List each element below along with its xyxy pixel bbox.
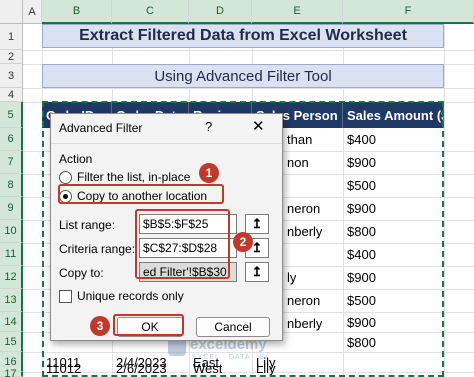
sales-amount-cell[interactable]: $900 bbox=[343, 197, 376, 220]
collapse-dialog-icon: ↥ bbox=[251, 216, 263, 231]
ok-button[interactable]: OK bbox=[117, 317, 183, 337]
order-id-cell[interactable]: 11012 bbox=[42, 358, 81, 377]
step-badge-3: 3 bbox=[90, 316, 110, 336]
row-header-12[interactable]: 12 bbox=[0, 266, 23, 289]
column-header-d[interactable]: D bbox=[189, 0, 252, 24]
copy-to-label: Copy to: bbox=[59, 266, 104, 280]
row-header-10[interactable]: 10 bbox=[0, 220, 23, 243]
sales-amount-cell[interactable]: $500 bbox=[343, 289, 376, 312]
row-header-13[interactable]: 13 bbox=[0, 289, 23, 312]
row-header-17[interactable]: 17 bbox=[0, 368, 23, 377]
list-range-collapse-button[interactable]: ↥ bbox=[245, 214, 269, 234]
row-header-6[interactable]: 6 bbox=[0, 128, 23, 151]
sales-person-cell[interactable]: nberly bbox=[283, 220, 322, 243]
action-group-label: Action bbox=[59, 152, 93, 166]
row-header-1[interactable]: 1 bbox=[0, 24, 23, 50]
sales-amount-cell[interactable]: $500 bbox=[343, 174, 376, 197]
list-range-input[interactable]: $B$5:$F$25 bbox=[139, 214, 237, 234]
row-header-14[interactable]: 14 bbox=[0, 312, 23, 332]
select-all-corner[interactable] bbox=[0, 0, 23, 24]
radio-filter-in-place[interactable]: Filter the list, in-place bbox=[59, 170, 190, 184]
row-header-3[interactable]: 3 bbox=[0, 64, 23, 88]
sheet-title[interactable]: Extract Filtered Data from Excel Workshe… bbox=[42, 24, 444, 48]
collapse-dialog-icon: ↥ bbox=[251, 264, 263, 279]
row-header-5[interactable]: 5 bbox=[0, 102, 23, 128]
unique-records-checkbox[interactable] bbox=[59, 289, 72, 303]
radio-unchecked-icon[interactable] bbox=[59, 170, 72, 184]
step-badge-2: 2 bbox=[233, 232, 253, 252]
sales-amount-cell[interactable]: $800 bbox=[343, 332, 376, 352]
sales-person-cell[interactable]: neron bbox=[283, 197, 320, 220]
column-header-e[interactable]: E bbox=[252, 0, 343, 24]
order-date-cell[interactable]: 2/6/2023 bbox=[112, 358, 167, 377]
copy-to-input[interactable]: ed Filter'!$B$30 bbox=[139, 262, 237, 282]
row-header-2[interactable]: 2 bbox=[0, 50, 23, 64]
row-header-8[interactable]: 8 bbox=[0, 174, 23, 197]
header-sales-amount[interactable]: Sales Amount ($) bbox=[343, 102, 444, 128]
radio-copy-to-location-label: Copy to another location bbox=[77, 189, 208, 203]
list-range-label: List range: bbox=[59, 218, 116, 232]
sales-person-cell[interactable]: than bbox=[283, 128, 312, 151]
sales-amount-cell[interactable]: $900 bbox=[343, 266, 376, 289]
unique-records-label: Unique records only bbox=[77, 289, 184, 303]
region-cell[interactable]: West bbox=[189, 358, 222, 377]
column-header-a[interactable]: A bbox=[23, 0, 42, 24]
sales-amount-cell[interactable]: $800 bbox=[343, 220, 376, 243]
sales-person-cell[interactable]: ly bbox=[283, 266, 296, 289]
exceldemy-watermark: exceldemy EXCEL · DATA · BI bbox=[164, 336, 304, 370]
row-header-11[interactable]: 11 bbox=[0, 243, 23, 266]
radio-filter-in-place-label: Filter the list, in-place bbox=[77, 170, 191, 184]
sales-amount-cell[interactable]: $900 bbox=[343, 312, 376, 332]
close-icon[interactable]: ✕ bbox=[252, 117, 265, 135]
collapse-dialog-icon: ↥ bbox=[251, 240, 263, 255]
column-header-c[interactable]: C bbox=[112, 0, 189, 24]
criteria-range-input[interactable]: $C$27:$D$28 bbox=[139, 238, 237, 258]
step-badge-1: 1 bbox=[199, 163, 219, 183]
dialog-title: Advanced Filter bbox=[59, 121, 143, 135]
column-header-f[interactable]: F bbox=[343, 0, 474, 24]
sales-person-cell[interactable]: nberly bbox=[283, 312, 322, 335]
cancel-button[interactable]: Cancel bbox=[196, 317, 270, 337]
sales-amount-cell[interactable]: $900 bbox=[343, 151, 376, 174]
radio-copy-to-location[interactable]: Copy to another location bbox=[59, 189, 207, 203]
row-header-4[interactable]: 4 bbox=[0, 88, 23, 102]
sales-person-cell[interactable]: Lily bbox=[252, 358, 276, 377]
row-header-15[interactable]: 15 bbox=[0, 332, 23, 352]
column-header-b[interactable]: B bbox=[42, 0, 112, 24]
criteria-range-label: Criteria range: bbox=[59, 242, 136, 256]
row-header-7[interactable]: 7 bbox=[0, 151, 23, 174]
sales-person-cell[interactable]: neron bbox=[283, 289, 320, 312]
help-icon[interactable]: ? bbox=[205, 119, 212, 134]
sheet-subtitle[interactable]: Using Advanced Filter Tool bbox=[42, 64, 444, 88]
dialog-title-divider bbox=[51, 143, 282, 144]
sales-amount-cell[interactable]: $400 bbox=[343, 243, 376, 266]
unique-records-checkbox-row[interactable]: Unique records only bbox=[59, 289, 184, 303]
sales-person-cell[interactable]: non bbox=[283, 151, 309, 174]
radio-checked-icon[interactable] bbox=[59, 189, 72, 203]
row-header-9[interactable]: 9 bbox=[0, 197, 23, 220]
sales-amount-cell[interactable]: $400 bbox=[343, 128, 376, 151]
copy-to-collapse-button[interactable]: ↥ bbox=[245, 262, 269, 282]
advanced-filter-dialog: Advanced Filter ? ✕ Action Filter the li… bbox=[50, 113, 283, 341]
